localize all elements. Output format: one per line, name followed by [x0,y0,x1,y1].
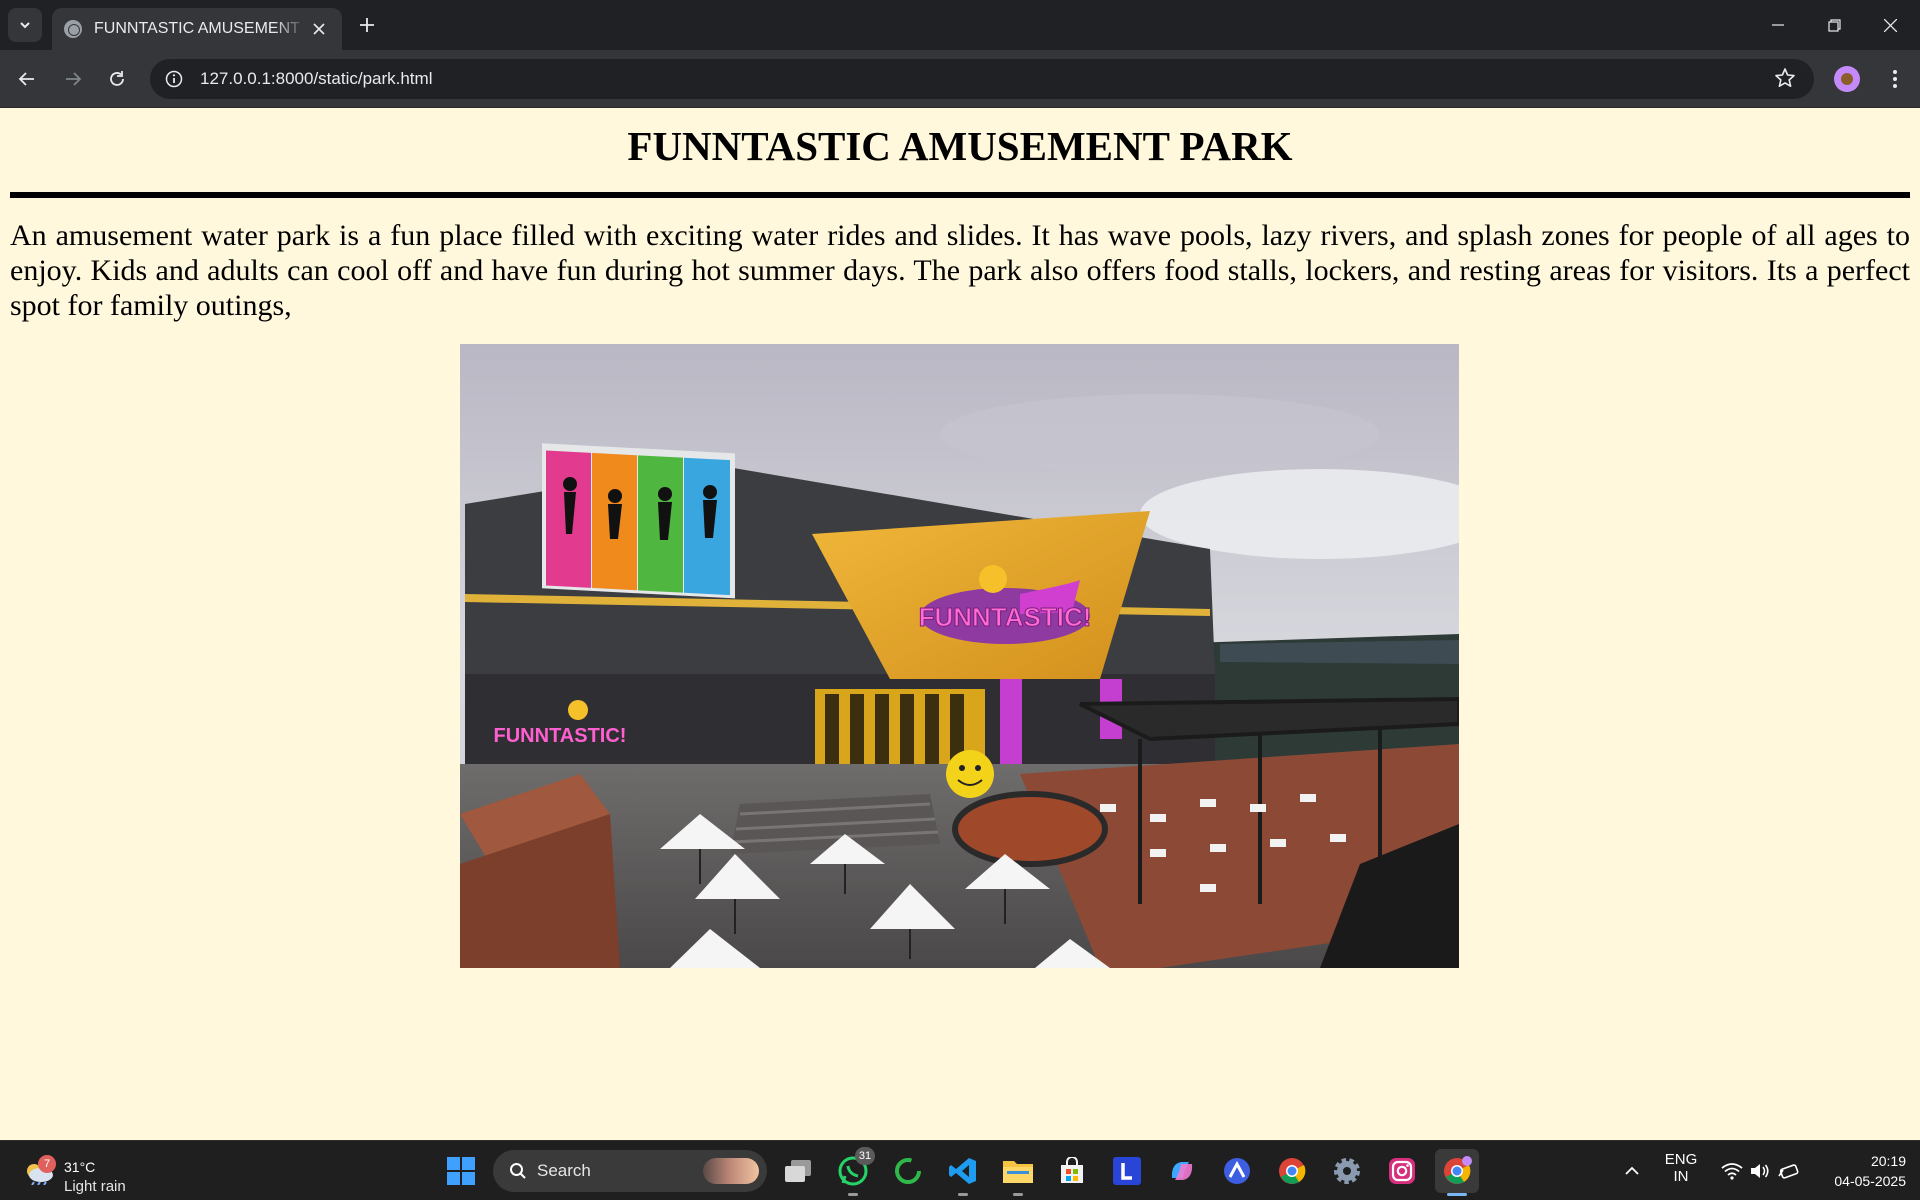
tab-strip: FUNNTASTIC AMUSEMENT PARK [0,0,1920,50]
vscode-button[interactable] [941,1149,985,1196]
battery-icon [1778,1164,1799,1179]
active-tab[interactable]: FUNNTASTIC AMUSEMENT PARK [52,8,342,50]
profile-avatar[interactable] [1834,66,1860,92]
settings-button[interactable] [1325,1149,1369,1193]
site-info-button[interactable] [162,67,186,91]
park-description: An amusement water park is a fun place f… [10,219,1910,322]
weather-temperature: 31°C [64,1159,96,1175]
weather-condition: Light rain [64,1178,126,1195]
vscode-icon [949,1158,976,1184]
arrow-right-icon [66,72,82,86]
browser-toolbar: 127.0.0.1:8000/static/park.html [0,50,1920,108]
instagram-button[interactable] [1380,1149,1424,1193]
park-illustration: FUNNTASTIC! FUNNTASTIC! [460,344,1459,968]
restore-button[interactable] [1806,0,1862,50]
minimize-icon [1772,24,1784,26]
windows-logo-icon [447,1157,475,1185]
new-tab-button[interactable] [352,10,382,40]
system-clock[interactable]: 20:19 04-05-2025 [1806,1151,1906,1191]
copilot-button[interactable] [1160,1149,1204,1193]
info-icon [165,70,183,88]
running-indicator [958,1193,968,1196]
chevron-down-icon [20,22,30,29]
close-window-button[interactable] [1862,0,1918,50]
triangle-app-icon [1224,1158,1250,1184]
search-placeholder: Search [537,1161,591,1180]
microsoft-store-button[interactable] [1050,1149,1094,1193]
back-button[interactable] [10,62,44,96]
arrow-left-icon [18,72,34,86]
web-page: FUNNTASTIC AMUSEMENT PARK An amusement w… [0,108,1920,1140]
kebab-menu-icon [1893,70,1897,88]
tab-close-button[interactable] [308,19,330,40]
taskbar: 7 31°C Light rain Search 31 ENG IN 20:19… [0,1140,1920,1200]
green-ring-icon [895,1158,921,1184]
minimize-button[interactable] [1750,0,1806,50]
quick-settings-button[interactable] [1712,1149,1808,1193]
billboard [542,443,735,599]
show-hidden-icons-button[interactable] [1610,1149,1654,1193]
plus-icon [360,18,374,32]
page-title: FUNNTASTIC AMUSEMENT PARK [627,123,1293,169]
task-view-icon [785,1160,811,1182]
forward-button[interactable] [56,62,90,96]
file-explorer-button[interactable] [996,1149,1040,1196]
star-icon [1775,68,1795,87]
taskbar-search[interactable]: Search [493,1150,767,1192]
language-label: ENG [1664,1151,1698,1168]
ring-app-button[interactable] [886,1149,930,1193]
copilot-icon [1171,1162,1193,1180]
clock-date: 04-05-2025 [1834,1173,1906,1189]
horizontal-rule [10,192,1910,198]
chrome-button[interactable] [1270,1149,1314,1193]
chevron-up-icon [1625,1166,1639,1175]
task-view-button[interactable] [776,1149,820,1193]
avatar [1841,73,1853,85]
clock-time: 20:19 [1870,1153,1906,1169]
instagram-icon [1389,1158,1415,1184]
reload-icon [110,71,124,86]
wifi-icon [1721,1163,1743,1180]
globe-icon [64,20,82,38]
whatsapp-button[interactable]: 31 [831,1147,875,1196]
folder-icon [1003,1161,1033,1183]
url-text: 127.0.0.1:8000/static/park.html [200,69,433,88]
active-indicator [1447,1193,1467,1196]
tab-search-button[interactable] [8,8,42,42]
start-button[interactable] [439,1149,483,1193]
close-icon [313,22,325,35]
weather-alert-badge: 7 [38,1155,56,1173]
close-icon [1883,18,1897,32]
tab-title: FUNNTASTIC AMUSEMENT PARK [94,20,306,37]
l-app-icon [1113,1157,1141,1185]
address-bar[interactable]: 127.0.0.1:8000/static/park.html [150,59,1814,99]
input-language[interactable]: ENG IN [1656,1151,1706,1185]
whatsapp-unread-badge: 31 [855,1147,875,1165]
smiley-statue [946,750,994,798]
wall-sign-text: FUNNTASTIC! [494,725,627,747]
gear-icon [1334,1158,1360,1184]
chrome-icon [1279,1158,1306,1184]
l-app-button[interactable] [1105,1149,1149,1193]
volume-icon [1751,1164,1769,1178]
running-indicator [848,1193,858,1196]
weather-widget[interactable]: 7 31°C Light rain [20,1149,140,1195]
region-label: IN [1673,1168,1689,1185]
browser-menu-button[interactable] [1880,62,1910,96]
restore-icon [1827,18,1841,32]
reload-button[interactable] [100,62,134,96]
search-highlight-art [703,1158,759,1184]
search-icon [510,1163,526,1179]
chrome-profile-icon [1444,1156,1472,1184]
bookmark-button[interactable] [1774,67,1796,94]
running-indicator [1013,1193,1023,1196]
canopy-sign-text: FUNNTASTIC! [919,602,1092,632]
chrome-profile-button[interactable] [1435,1149,1479,1196]
triangle-app-button[interactable] [1215,1149,1259,1193]
park-photo: FUNNTASTIC! FUNNTASTIC! [460,344,1459,968]
store-icon [1061,1157,1083,1183]
